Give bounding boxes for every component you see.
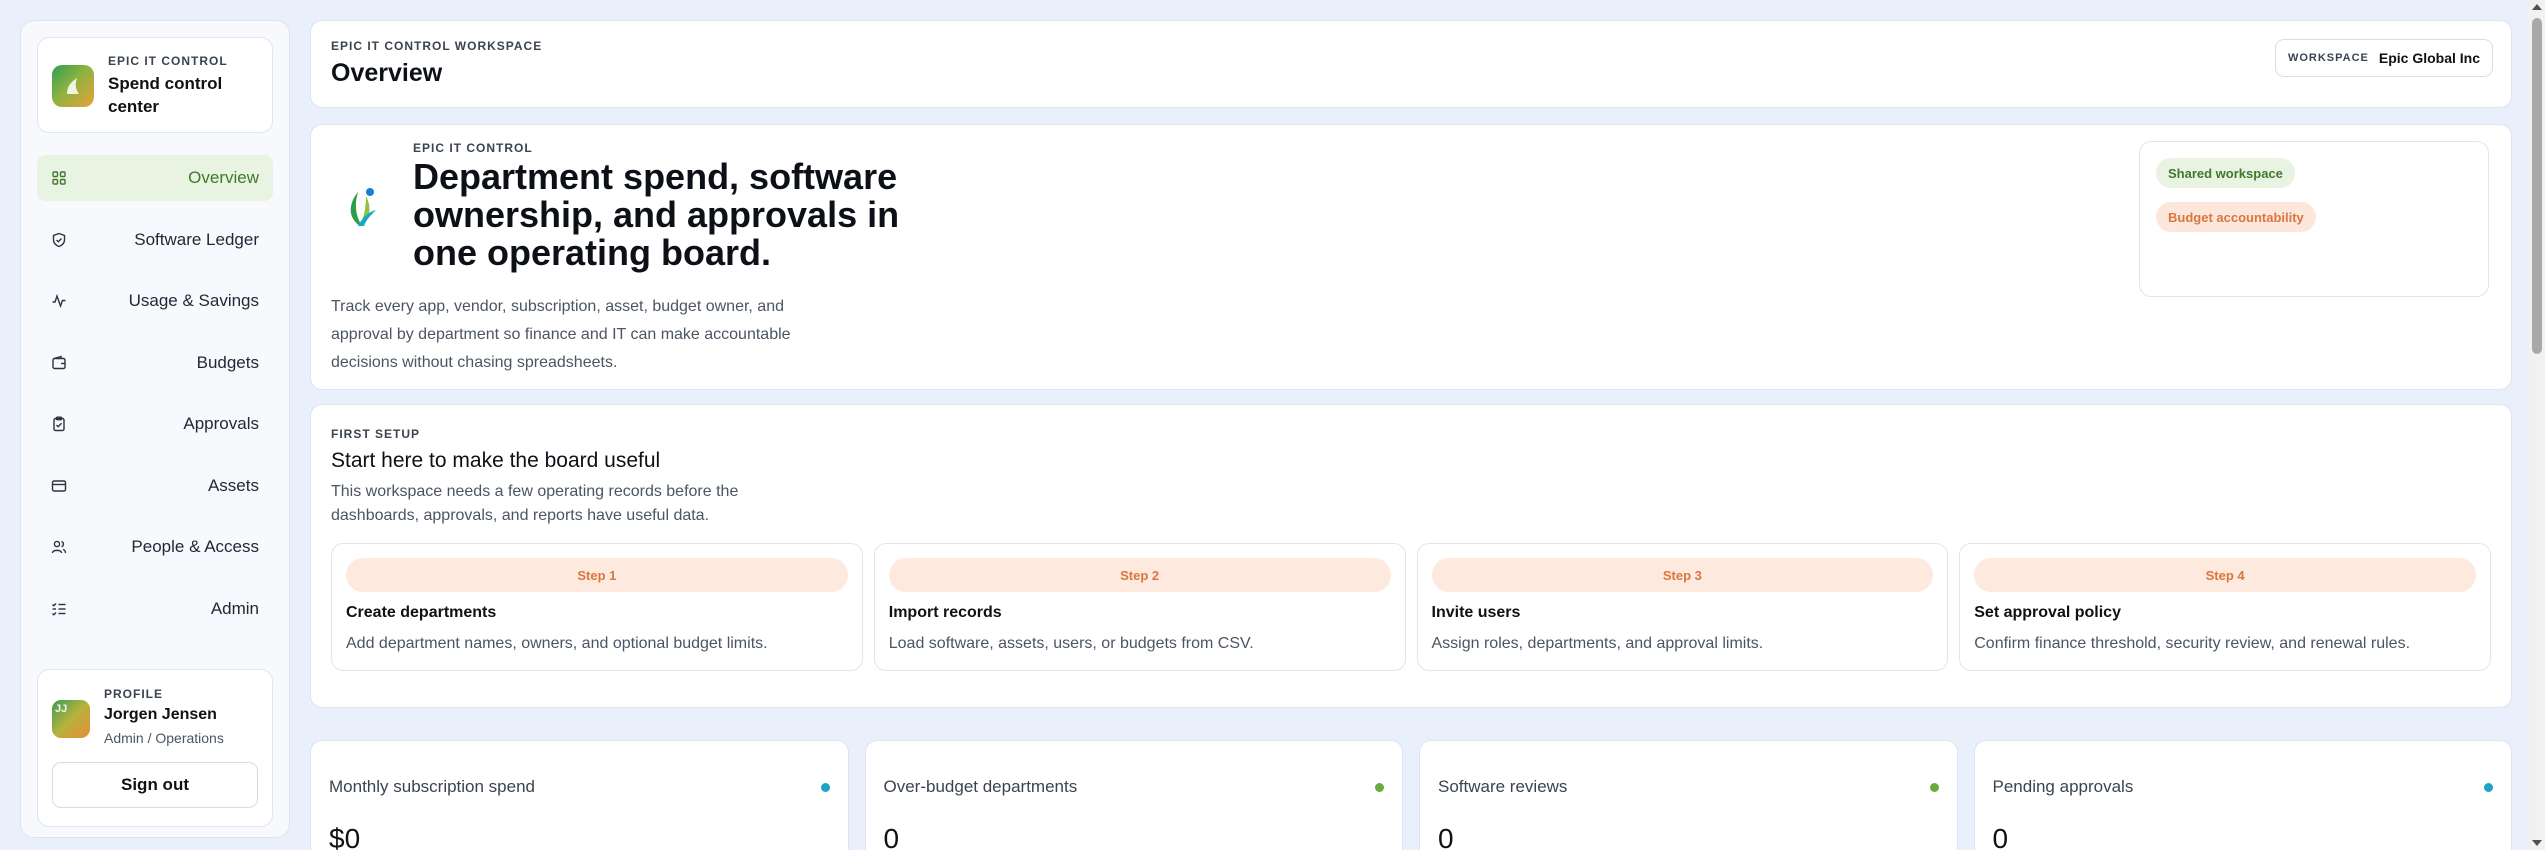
status-dot-icon (820, 783, 830, 792)
workspace-value: Epic Global Inc (2378, 50, 2480, 66)
tag-box: Shared workspace Budget accountability (2139, 141, 2489, 297)
shared-workspace-badge: Shared workspace (2156, 158, 2295, 188)
setup-title: Start here to make the board useful (331, 449, 661, 472)
leaf-logo-icon (331, 175, 393, 237)
status-dot-icon (1929, 783, 1939, 792)
stat-value: 0 (1438, 823, 1454, 850)
brand-title: Spend control center (108, 74, 223, 116)
sidebar-item-label: People & Access (131, 537, 259, 556)
scroll-thumb[interactable] (2532, 18, 2542, 354)
activity-icon (51, 293, 67, 309)
profile-kicker: PROFILE (104, 687, 164, 701)
step-description: Add department names, owners, and option… (346, 635, 768, 652)
hero-title: Department spend, software ownership, an… (413, 156, 900, 273)
stat-label: Over-budget departments (883, 777, 1078, 796)
wallet-icon (51, 355, 67, 371)
workspace-label: WORKSPACE (2287, 52, 2369, 64)
sidebar-item-label: Software Ledger (134, 229, 259, 249)
sidebar-item-label: Admin (210, 598, 259, 618)
stat-cards: Monthly subscription spend $0 Over-budge… (310, 740, 2512, 850)
sidebar-item-overview[interactable]: Overview (37, 155, 273, 201)
sidebar-item-approvals[interactable]: Approvals (37, 401, 273, 447)
shield-icon (51, 232, 67, 248)
header-kicker: EPIC IT CONTROL WORKSPACE (331, 39, 543, 53)
list-check-icon (51, 601, 67, 617)
brand-kicker: EPIC IT CONTROL (108, 54, 228, 68)
setup-step-approval-policy[interactable]: Step 4 Set approval policy Confirm finan… (1959, 543, 2491, 671)
workspace-selector[interactable]: WORKSPACE Epic Global Inc (2274, 39, 2493, 77)
first-setup-panel: FIRST SETUP Start here to make the board… (310, 404, 2512, 708)
page-header: EPIC IT CONTROL WORKSPACE Overview WORKS… (310, 20, 2512, 108)
setup-step-import-records[interactable]: Step 2 Import records Load software, ass… (873, 543, 1406, 671)
step-title: Create departments (346, 604, 497, 621)
sidebar-item-budgets[interactable]: Budgets (37, 340, 273, 386)
brand-logo-icon (52, 65, 94, 107)
users-icon (51, 539, 67, 555)
status-dot-icon (2484, 783, 2493, 792)
card-icon (51, 478, 67, 494)
profile-card: PROFILE JJ Jorgen Jensen Admin / Operati… (37, 669, 273, 827)
hero-description: Track every app, vendor, subscription, a… (331, 298, 791, 371)
stat-value: 0 (1992, 823, 2009, 850)
brand-card[interactable]: EPIC IT CONTROL Spend control center (37, 37, 273, 133)
sidebar-item-people-access[interactable]: People & Access (37, 524, 273, 570)
stat-card-software-reviews[interactable]: Software reviews 0 (1419, 740, 1958, 850)
step-badge: Step 4 (1974, 558, 2476, 592)
scroll-down-icon[interactable] (2532, 840, 2542, 846)
sidebar-item-usage-savings[interactable]: Usage & Savings (37, 278, 273, 324)
page-scrollbar[interactable] (2529, 0, 2545, 850)
hero-kicker: EPIC IT CONTROL (413, 141, 533, 155)
stat-label: Software reviews (1438, 777, 1568, 796)
sidebar-item-label: Assets (207, 475, 259, 495)
step-description: Confirm finance threshold, security revi… (1974, 635, 2411, 652)
stat-card-pending-approvals[interactable]: Pending approvals 0 (1973, 740, 2512, 850)
budget-accountability-badge: Budget accountability (2156, 202, 2316, 232)
step-title: Import records (888, 604, 1002, 621)
stat-card-monthly-spend[interactable]: Monthly subscription spend $0 (310, 740, 849, 850)
sidebar-item-label: Overview (188, 168, 259, 187)
sidebar-item-admin[interactable]: Admin (37, 586, 273, 632)
avatar: JJ (52, 700, 90, 738)
page-title: Overview (331, 59, 443, 87)
step-title: Set approval policy (1974, 604, 2121, 621)
stat-value: 0 (883, 823, 900, 850)
step-badge: Step 2 (888, 558, 1391, 592)
profile-role: Admin / Operations (104, 730, 224, 746)
step-badge: Step 3 (1431, 558, 1934, 592)
sidebar: EPIC IT CONTROL Spend control center Ove… (20, 20, 290, 838)
setup-step-create-departments[interactable]: Step 1 Create departments Add department… (331, 543, 863, 671)
sidebar-item-label: Approvals (183, 414, 259, 433)
sidebar-item-assets[interactable]: Assets (37, 463, 273, 509)
stat-card-over-budget[interactable]: Over-budget departments 0 (864, 740, 1403, 850)
stat-value: $0 (329, 823, 361, 850)
status-dot-icon (1375, 783, 1384, 792)
sidebar-item-software-ledger[interactable]: Software Ledger (37, 217, 273, 263)
sidebar-item-label: Usage & Savings (128, 291, 259, 310)
setup-kicker: FIRST SETUP (331, 427, 421, 441)
grid-icon (51, 170, 67, 186)
hero-panel: EPIC IT CONTROL Department spend, softwa… (310, 124, 2512, 390)
scroll-up-icon[interactable] (2532, 4, 2542, 10)
profile-name: Jorgen Jensen (104, 706, 217, 723)
step-description: Assign roles, departments, and approval … (1431, 635, 1764, 652)
stat-label: Monthly subscription spend (329, 777, 536, 796)
step-description: Load software, assets, users, or budgets… (888, 635, 1254, 652)
setup-steps: Step 1 Create departments Add department… (331, 543, 2491, 671)
sidebar-nav: Overview Software Ledger Usage & Savings… (37, 155, 273, 647)
step-badge: Step 1 (346, 558, 848, 592)
stat-label: Pending approvals (1992, 777, 2134, 796)
setup-step-invite-users[interactable]: Step 3 Invite users Assign roles, depart… (1416, 543, 1949, 671)
sidebar-item-label: Budgets (196, 352, 259, 372)
clipboard-check-icon (51, 416, 67, 432)
sign-out-button[interactable]: Sign out (52, 762, 258, 808)
step-title: Invite users (1431, 604, 1521, 621)
setup-description: This workspace needs a few operating rec… (331, 483, 739, 524)
